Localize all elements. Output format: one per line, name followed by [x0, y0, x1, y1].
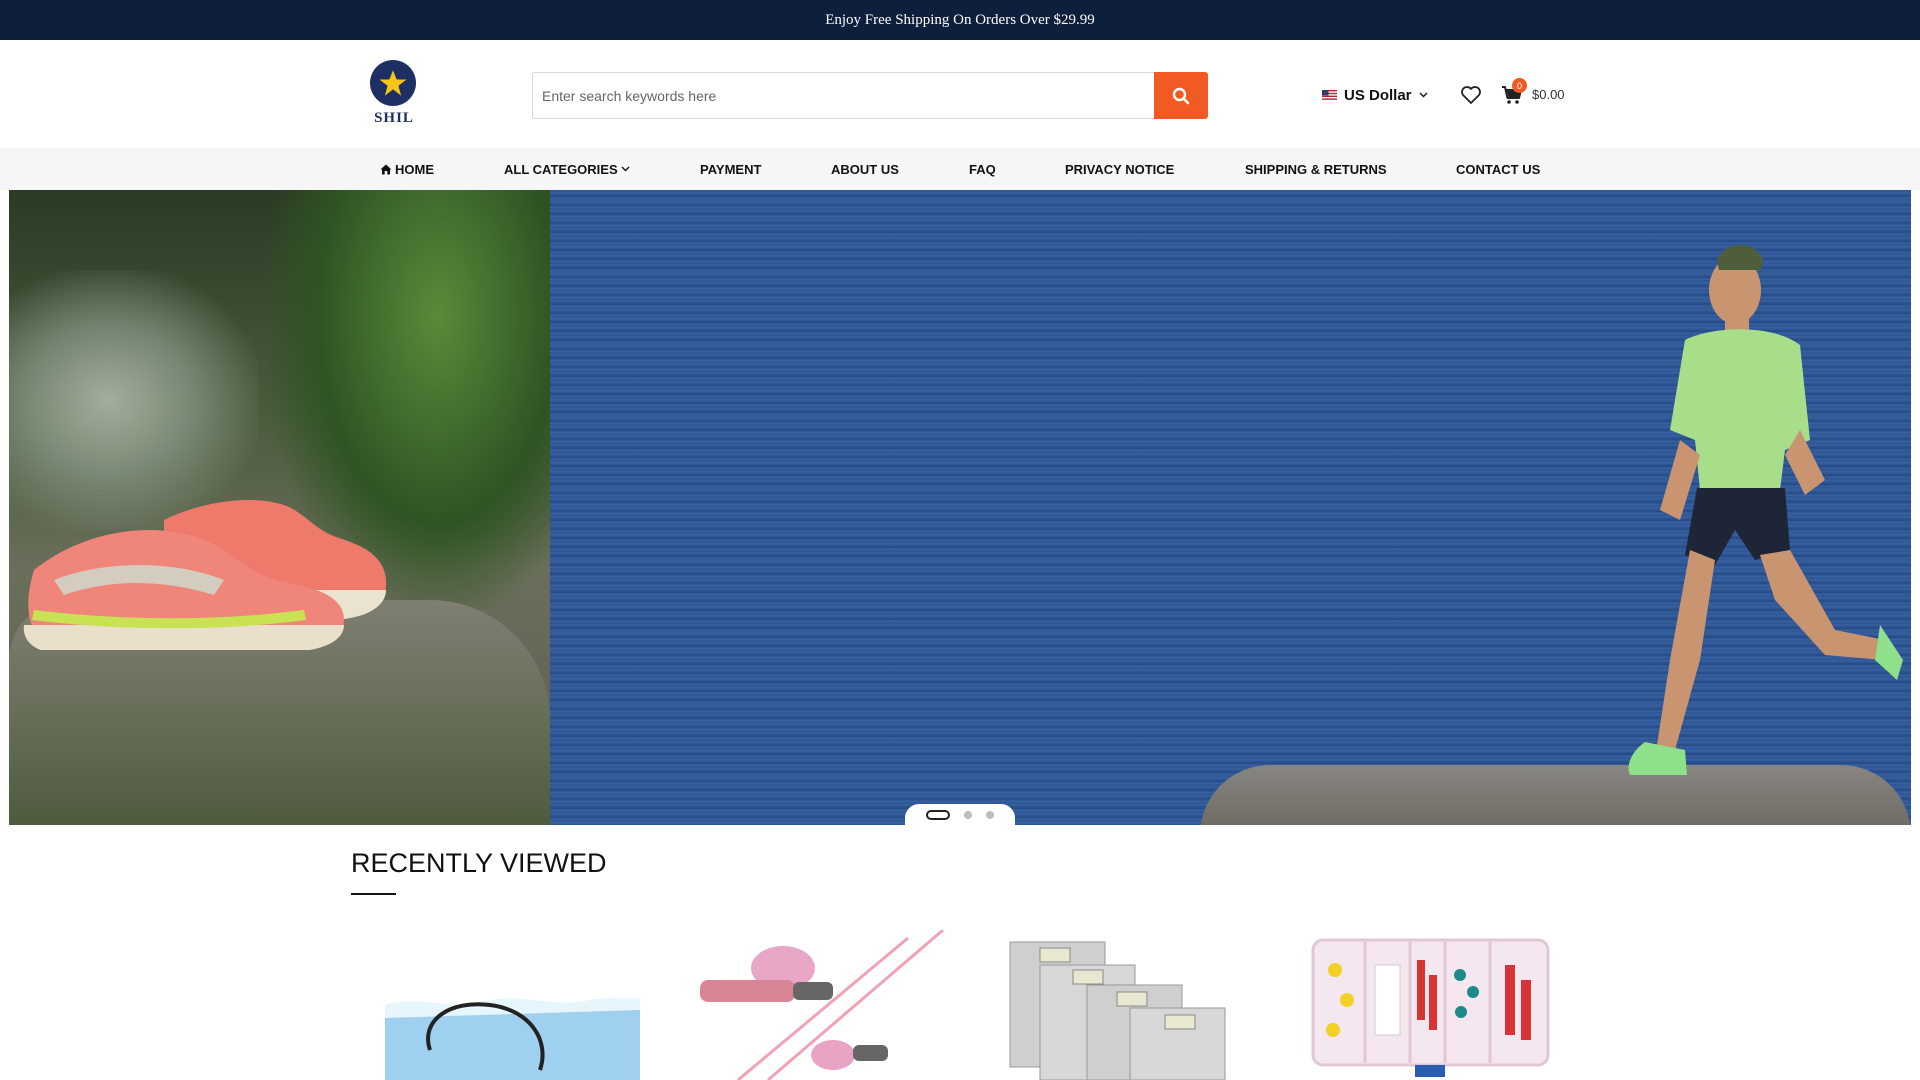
cart-total[interactable]: $0.00: [1532, 87, 1565, 102]
nav-about-us[interactable]: ABOUT US: [831, 148, 899, 190]
nav-all-categories-label: ALL CATEGORIES: [504, 161, 618, 177]
heart-icon: [1461, 86, 1481, 104]
product-card[interactable]: [380, 930, 640, 1080]
runner-image: [1628, 245, 1903, 775]
nav-all-categories[interactable]: ALL CATEGORIES: [504, 148, 633, 190]
nav-home[interactable]: HOME: [380, 148, 434, 190]
nav-home-label: HOME: [395, 161, 434, 177]
announcement-text: Enjoy Free Shipping On Orders Over $29.9…: [825, 11, 1095, 28]
nav-contact-us-label: CONTACT US: [1456, 161, 1541, 177]
logo-badge: [370, 60, 416, 106]
carousel-dot-2[interactable]: [964, 811, 972, 819]
announcement-bar: Enjoy Free Shipping On Orders Over $29.9…: [0, 0, 1920, 40]
carousel-dot-3[interactable]: [986, 811, 994, 819]
search-bar: [532, 72, 1208, 119]
nav-payment-label: PAYMENT: [700, 161, 762, 177]
logo-text: SHIL: [374, 110, 414, 126]
nav-privacy-notice-label: PRIVACY NOTICE: [1065, 161, 1175, 177]
nav-payment[interactable]: PAYMENT: [700, 148, 761, 190]
product-image: [1009, 941, 1226, 1080]
product-card[interactable]: [1005, 930, 1265, 1080]
nav-faq-label: FAQ: [969, 161, 996, 177]
chevron-down-icon: [1419, 92, 1428, 98]
section-title-underline: [351, 893, 396, 895]
nav-shipping-returns[interactable]: SHIPPING & RETURNS: [1245, 148, 1387, 190]
hero-water-panel: [550, 190, 1911, 825]
hero-banner[interactable]: [9, 190, 1911, 825]
currency-label: US Dollar: [1344, 86, 1412, 104]
carousel-indicators: [905, 804, 1015, 825]
running-shoes-image: [23, 500, 387, 650]
wishlist-button[interactable]: [1459, 83, 1483, 107]
recently-viewed-title: RECENTLY VIEWED: [351, 848, 607, 878]
product-image: [385, 998, 640, 1080]
nav-contact-us[interactable]: CONTACT US: [1456, 148, 1540, 190]
product-image: [1311, 938, 1550, 1077]
product-card[interactable]: [698, 930, 958, 1080]
search-button[interactable]: [1154, 72, 1208, 119]
search-input[interactable]: [532, 72, 1154, 119]
home-icon: [380, 164, 392, 174]
star-icon: [377, 67, 409, 99]
search-icon: [1172, 87, 1190, 104]
main-navigation: HOME ALL CATEGORIES PAYMENT ABOUT US FAQ…: [0, 148, 1920, 190]
nav-about-us-label: ABOUT US: [831, 161, 899, 177]
nav-privacy-notice[interactable]: PRIVACY NOTICE: [1065, 148, 1174, 190]
cart-count-badge: 0: [1512, 78, 1527, 93]
carousel-dot-1[interactable]: [926, 810, 950, 820]
currency-selector[interactable]: US Dollar: [1322, 84, 1428, 106]
nav-faq[interactable]: FAQ: [969, 148, 996, 190]
hero-shoe-panel: [9, 190, 550, 825]
us-flag-icon: [1322, 90, 1337, 100]
chevron-down-icon: [621, 166, 630, 172]
product-card[interactable]: [1305, 930, 1565, 1080]
nav-shipping-returns-label: SHIPPING & RETURNS: [1245, 161, 1387, 177]
site-header: SHIL US Dollar: [0, 40, 1920, 148]
product-image: [700, 930, 944, 1080]
site-logo[interactable]: SHIL: [369, 60, 419, 130]
